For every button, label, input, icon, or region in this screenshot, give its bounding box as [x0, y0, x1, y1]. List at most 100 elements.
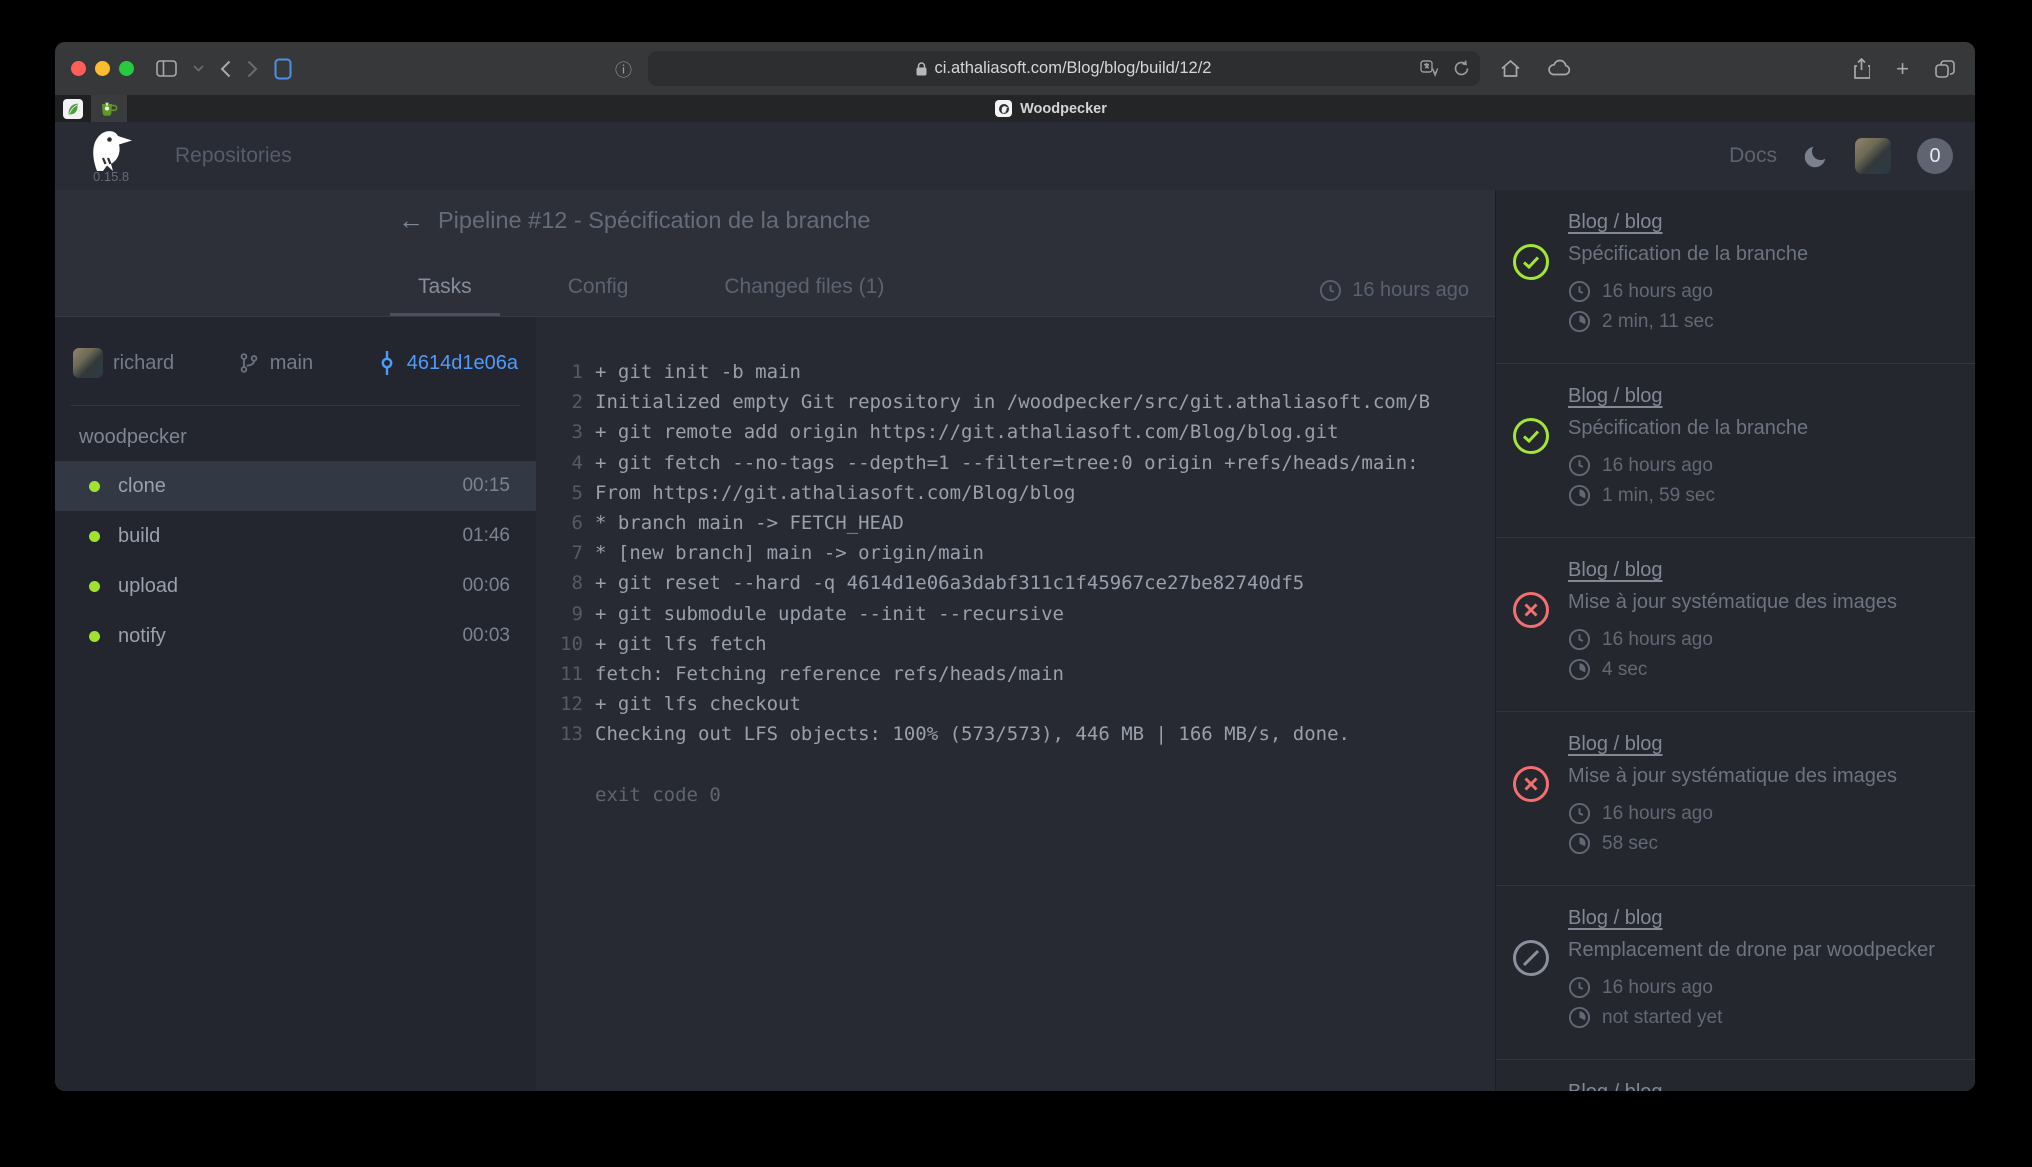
pipeline-time-ago: 16 hours ago [1352, 279, 1469, 302]
pipeline-sidebar: richard main [55, 317, 536, 1091]
step-duration: 00:03 [462, 625, 510, 647]
line-number: 11 [536, 659, 583, 689]
tab-changed-files[interactable]: Changed files (1) [696, 275, 912, 316]
chevron-down-icon[interactable] [193, 65, 204, 72]
author-avatar [73, 348, 103, 378]
pipeline-main: ← Pipeline #12 - Spécification de la bra… [55, 190, 1495, 1091]
address-bar[interactable]: ci.athaliasoft.com/Blog/blog/build/12/2 [648, 51, 1480, 86]
share-icon[interactable] [1853, 58, 1870, 80]
line-text: + git lfs checkout [583, 689, 801, 719]
dark-mode-toggle-moon-icon[interactable] [1803, 143, 1829, 169]
build-list-item[interactable]: Blog / blog Remplacement de drone par wo… [1496, 886, 1975, 1060]
console-line: 12 + git lfs checkout [536, 689, 1495, 719]
console-line: 7 * [new branch] main -> origin/main [536, 538, 1495, 568]
build-time-ago: 16 hours ago [1602, 455, 1713, 477]
step-name: notify [118, 625, 462, 648]
back-arrow-icon[interactable]: ← [398, 207, 424, 233]
commit-hash-link[interactable]: 4614d1e06a [377, 350, 518, 376]
build-message: Mise à jour systématique des images [1568, 765, 1955, 788]
active-tab[interactable]: Woodpecker [127, 95, 1975, 122]
pinned-tab-2[interactable] [91, 95, 127, 122]
clock-icon [1568, 628, 1591, 651]
console-output[interactable]: 1 + git init -b main 2 Initialized empty… [536, 317, 1495, 1091]
tab-tasks[interactable]: Tasks [390, 275, 500, 316]
commit-author: richard [73, 348, 174, 378]
repo-link[interactable]: Blog / blog [1568, 559, 1663, 582]
pipeline-step[interactable]: upload 00:06 [55, 561, 536, 611]
console-line: 13 Checking out LFS objects: 100% (573/5… [536, 719, 1495, 749]
home-icon[interactable] [1500, 59, 1521, 78]
translate-icon[interactable] [1420, 60, 1439, 77]
page-info-icon[interactable]: ⓘ [615, 56, 632, 81]
browser-toolbar: ⓘ ci.athaliasoft.com/Blog/blog/build/12/… [55, 42, 1975, 95]
build-list-item[interactable]: Blog / blog Spécification de la branche … [1496, 190, 1975, 364]
pipeline-step[interactable]: build 01:46 [55, 511, 536, 561]
url-text: ci.athaliasoft.com/Blog/blog/build/12/2 [934, 59, 1211, 78]
sidebar-toggle-icon[interactable] [156, 60, 177, 77]
duration-icon [1568, 658, 1591, 681]
document-icon[interactable] [274, 58, 292, 80]
build-list-item[interactable]: Blog / blog Mise à jour systématique des… [1496, 712, 1975, 886]
woodpecker-favicon [995, 100, 1012, 117]
line-text: Checking out LFS objects: 100% (573/573)… [583, 719, 1350, 749]
console-line: 5 From https://git.athaliasoft.com/Blog/… [536, 478, 1495, 508]
window-controls [71, 61, 134, 76]
repo-link[interactable]: Blog / blog [1568, 211, 1663, 234]
build-list-item[interactable]: Blog / blog Remplacement de drone par wo… [1496, 1060, 1975, 1091]
line-number: 9 [536, 599, 583, 629]
exit-code: exit code 0 [536, 780, 1495, 810]
app-header: 0.15.8 Repositories Docs 0 [55, 122, 1975, 190]
tab-config[interactable]: Config [540, 275, 657, 316]
build-status-icon [1512, 243, 1550, 281]
new-tab-button[interactable]: + [1896, 58, 1909, 80]
build-list-item[interactable]: Blog / blog Spécification de la branche … [1496, 364, 1975, 538]
clock-icon [1568, 454, 1591, 477]
tab-overview-icon[interactable] [1935, 58, 1955, 80]
lock-icon [916, 62, 927, 76]
cloud-icon[interactable] [1547, 59, 1571, 78]
line-text: + git init -b main [583, 357, 801, 387]
step-name: clone [118, 475, 462, 498]
step-group-label: woodpecker [79, 426, 536, 449]
nav-repositories[interactable]: Repositories [175, 144, 292, 168]
notification-badge[interactable]: 0 [1917, 138, 1953, 174]
step-duration: 00:06 [462, 575, 510, 597]
step-status-dot [89, 631, 100, 642]
repo-link[interactable]: Blog / blog [1568, 1081, 1663, 1091]
duration-icon [1568, 832, 1591, 855]
line-number: 8 [536, 568, 583, 598]
divider [71, 405, 520, 406]
line-text: + git lfs fetch [583, 629, 767, 659]
brand[interactable]: 0.15.8 [83, 130, 135, 183]
step-status-dot [89, 531, 100, 542]
build-duration: 58 sec [1602, 833, 1658, 855]
forward-button[interactable] [247, 60, 258, 78]
duration-icon [1568, 1006, 1591, 1029]
build-status-icon [1512, 417, 1550, 455]
recent-builds-sidebar: Blog / blog Spécification de la branche … [1495, 190, 1975, 1091]
line-text: fetch: Fetching reference refs/heads/mai… [583, 659, 1064, 689]
reload-icon[interactable] [1453, 60, 1470, 77]
line-text: * branch main -> FETCH_HEAD [583, 508, 904, 538]
pipeline-step[interactable]: notify 00:03 [55, 611, 536, 661]
close-window-button[interactable] [71, 61, 86, 76]
pinned-tab-1[interactable] [55, 95, 91, 122]
step-duration: 01:46 [462, 525, 510, 547]
browser-window: ⓘ ci.athaliasoft.com/Blog/blog/build/12/… [55, 42, 1975, 1091]
step-name: upload [118, 575, 462, 598]
step-name: build [118, 525, 462, 548]
back-button[interactable] [220, 60, 231, 78]
minimize-window-button[interactable] [95, 61, 110, 76]
step-status-dot [89, 481, 100, 492]
repo-link[interactable]: Blog / blog [1568, 733, 1663, 756]
docs-link[interactable]: Docs [1729, 144, 1777, 168]
repo-link[interactable]: Blog / blog [1568, 907, 1663, 930]
build-message: Mise à jour systématique des images [1568, 591, 1955, 614]
pipeline-step[interactable]: clone 00:15 [55, 461, 536, 511]
repo-link[interactable]: Blog / blog [1568, 385, 1663, 408]
zoom-window-button[interactable] [119, 61, 134, 76]
duration-icon [1568, 484, 1591, 507]
user-avatar[interactable] [1855, 138, 1891, 174]
line-number: 10 [536, 629, 583, 659]
build-list-item[interactable]: Blog / blog Mise à jour systématique des… [1496, 538, 1975, 712]
